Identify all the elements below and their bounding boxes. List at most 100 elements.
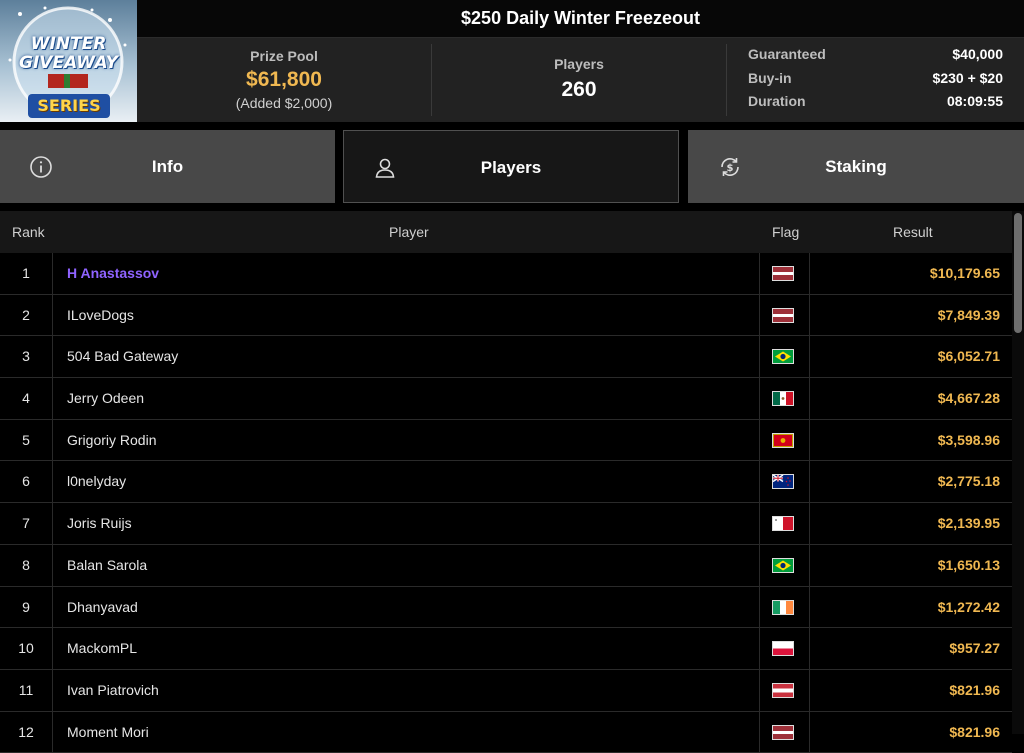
column-result[interactable]: Result <box>893 211 933 253</box>
tab-label: Info <box>151 157 184 176</box>
tournament-title: $250 Daily Winter Freezeout <box>461 8 700 28</box>
table-header: Rank Player Flag Result <box>0 211 1012 253</box>
result-value: $821.96 <box>949 723 1000 740</box>
column-rank[interactable]: Rank <box>12 211 45 253</box>
tab-bar: Info Players $ Staking <box>0 130 1024 203</box>
flag-cell <box>759 253 810 294</box>
result-value: $957.27 <box>949 640 1000 657</box>
poland-flag-icon <box>772 641 794 657</box>
table-row[interactable]: 10 MackomPL $957.27 <box>0 628 1012 670</box>
flag-cell <box>759 378 810 419</box>
detail-label: Duration <box>748 93 806 109</box>
table-row[interactable]: 4 Jerry Odeen $4,667.28 <box>0 378 1012 420</box>
tab-label: Players <box>480 158 542 177</box>
player-name[interactable]: ILoveDogs <box>67 295 134 336</box>
rank-cell: 4 <box>0 378 53 419</box>
ireland-flag-icon <box>772 599 794 615</box>
column-player[interactable]: Player <box>389 211 429 253</box>
player-name[interactable]: Ivan Piatrovich <box>67 670 159 711</box>
result-value: $2,775.18 <box>937 473 1000 490</box>
tab-players[interactable]: Players <box>343 130 679 203</box>
detail-buy-in: Buy-in $230 + $20 <box>748 70 1003 94</box>
player-name[interactable]: MackomPL <box>67 628 137 669</box>
flag-cell <box>759 461 810 503</box>
brazil-flag-icon <box>772 349 794 365</box>
rank-cell: 12 <box>0 711 53 753</box>
player-name[interactable]: l0nelyday <box>67 461 126 502</box>
table-row[interactable]: 9 Dhanyavad $1,272.42 <box>0 586 1012 629</box>
results-table-body: 1 H Anastassov $10,179.65 2 ILoveDogs $7,849.… <box>0 253 1012 753</box>
latvia-flag-icon <box>772 307 794 323</box>
column-flag[interactable]: Flag <box>772 211 799 253</box>
top-bar: $250 Daily Winter Freezeout <box>0 0 1024 38</box>
table-row[interactable]: 5 Grigoriy Rodin $3,598.96 <box>0 419 1012 462</box>
rank-cell: 10 <box>0 628 53 669</box>
detail-guaranteed: Guaranteed $40,000 <box>748 46 1003 70</box>
result-value: $4,667.28 <box>937 390 1000 407</box>
table-row[interactable]: 7 Joris Ruijs $2,139.95 <box>0 503 1012 545</box>
logo-text-series: SERIES <box>28 94 110 118</box>
rank-cell: 8 <box>0 544 53 586</box>
flag-cell <box>759 544 810 586</box>
prize-pool-label: Prize Pool <box>250 48 318 64</box>
tab-label: Staking <box>825 157 887 176</box>
montenegro-flag-icon <box>772 432 794 448</box>
scrollbar[interactable] <box>1012 211 1024 734</box>
result-value: $821.96 <box>949 681 1000 698</box>
result-value: $2,139.95 <box>937 515 1000 532</box>
table-row[interactable]: 8 Balan Sarola $1,650.13 <box>0 544 1012 587</box>
player-name[interactable]: 504 Bad Gateway <box>67 336 178 377</box>
winter-giveaway-logo: WINTER GIVEAWAY SERIES <box>0 0 137 122</box>
mexico-flag-icon <box>772 391 794 407</box>
player-name[interactable]: Joris Ruijs <box>67 503 132 544</box>
players-count-value: 260 <box>561 78 597 101</box>
players-count-block: Players 260 <box>432 38 726 122</box>
rank-cell: 6 <box>0 461 53 503</box>
detail-value: $40,000 <box>952 46 1003 62</box>
new-zealand-flag-icon <box>772 474 794 490</box>
logo-text-winter: WINTER <box>30 34 107 54</box>
detail-duration: Duration 08:09:55 <box>748 93 1003 117</box>
rank-cell: 9 <box>0 586 53 628</box>
table-row[interactable]: 12 Moment Mori $821.96 <box>0 711 1012 753</box>
tournament-details: Guaranteed $40,000 Buy-in $230 + $20 Dur… <box>748 46 1003 117</box>
table-row[interactable]: 2 ILoveDogs $7,849.39 <box>0 294 1012 337</box>
prize-pool-value: $61,800 <box>246 68 322 91</box>
detail-label: Buy-in <box>748 69 792 86</box>
malta-flag-icon <box>772 516 794 532</box>
table-row[interactable]: 11 Ivan Piatrovich $821.96 <box>0 669 1012 712</box>
detail-label: Guaranteed <box>748 46 826 62</box>
rank-cell: 1 <box>0 253 53 294</box>
divider <box>726 44 727 116</box>
tab-staking[interactable]: $ Staking <box>688 130 1024 203</box>
result-value: $1,650.13 <box>937 556 1000 573</box>
detail-value: 08:09:55 <box>946 93 1003 109</box>
flag-cell <box>759 294 810 336</box>
prize-pool-block: Prize Pool $61,800 (Added $2,000) <box>137 38 431 122</box>
flag-cell <box>759 586 810 628</box>
flag-cell <box>759 628 810 669</box>
player-name[interactable]: Grigoriy Rodin <box>67 420 156 461</box>
tab-info[interactable]: Info <box>0 130 335 203</box>
player-name[interactable]: Balan Sarola <box>67 545 147 586</box>
result-value: $3,598.96 <box>937 431 1000 448</box>
result-value: $6,052.71 <box>937 348 1000 365</box>
rank-cell: 5 <box>0 419 53 461</box>
table-row[interactable]: 6 l0nelyday $2,775.18 <box>0 461 1012 504</box>
flag-cell <box>759 711 810 753</box>
player-name[interactable]: Moment Mori <box>67 712 149 753</box>
scrollbar-thumb[interactable] <box>1014 213 1022 333</box>
belarus-flag-icon <box>772 682 794 698</box>
latvia-flag-icon <box>772 266 794 281</box>
table-row[interactable]: 3 504 Bad Gateway $6,052.71 <box>0 336 1012 379</box>
rank-cell: 2 <box>0 294 53 336</box>
player-name[interactable]: H Anastassov <box>67 253 159 294</box>
rank-cell: 11 <box>0 669 53 711</box>
player-name[interactable]: Dhanyavad <box>67 587 138 628</box>
players-count-label: Players <box>554 56 604 72</box>
result-value: $1,272.42 <box>937 598 1000 615</box>
result-value: $7,849.39 <box>937 306 1000 323</box>
table-row[interactable]: 1 H Anastassov $10,179.65 <box>0 253 1012 295</box>
player-name[interactable]: Jerry Odeen <box>67 378 144 419</box>
flag-cell <box>759 669 810 711</box>
